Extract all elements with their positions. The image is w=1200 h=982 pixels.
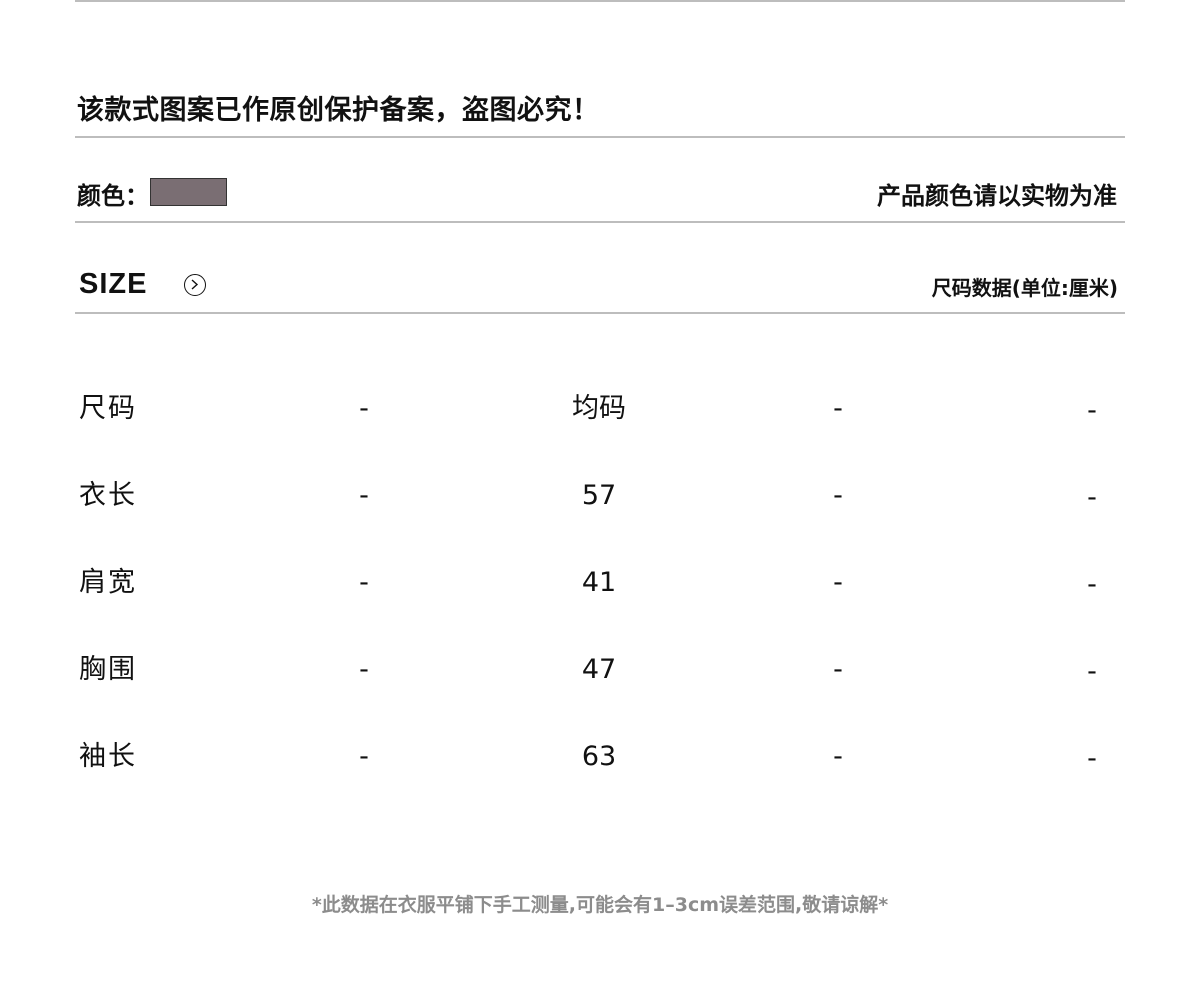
table-cell: 41 [581,567,617,598]
table-cell: - [833,393,843,424]
table-cell: 63 [581,741,617,772]
row-label: 袖长 [79,741,137,772]
row-label: 衣长 [79,480,137,511]
table-cell: - [1087,743,1097,774]
table-row-shoulder: 肩宽 - 41 - - [0,563,1200,603]
table-cell: - [359,654,369,685]
table-cell: - [1087,656,1097,687]
table-cell: - [833,654,843,685]
table-cell: - [1087,482,1097,513]
size-table: 尺码 - 均码 - - 衣长 - 57 - - 肩宽 - 41 - - 胸围 -… [0,0,1200,982]
table-row-length: 衣长 - 57 - - [0,476,1200,516]
table-row-size: 尺码 - 均码 - - [0,389,1200,429]
row-label: 肩宽 [79,567,137,598]
table-cell: - [833,567,843,598]
table-cell: - [359,567,369,598]
table-cell: 47 [581,654,617,685]
row-label: 胸围 [79,654,137,685]
table-cell: - [1087,395,1097,426]
table-row-sleeve: 袖长 - 63 - - [0,737,1200,777]
table-cell: - [359,480,369,511]
table-row-chest: 胸围 - 47 - - [0,650,1200,690]
table-cell: - [1087,569,1097,600]
table-cell: - [833,480,843,511]
table-cell: - [359,393,369,424]
table-cell: - [359,741,369,772]
measurement-footnote: *此数据在衣服平铺下手工测量,可能会有1–3cm误差范围,敬请谅解* [311,894,889,916]
table-cell: 均码 [572,393,626,424]
table-cell: - [833,741,843,772]
row-label: 尺码 [79,393,137,424]
table-cell: 57 [581,480,617,511]
